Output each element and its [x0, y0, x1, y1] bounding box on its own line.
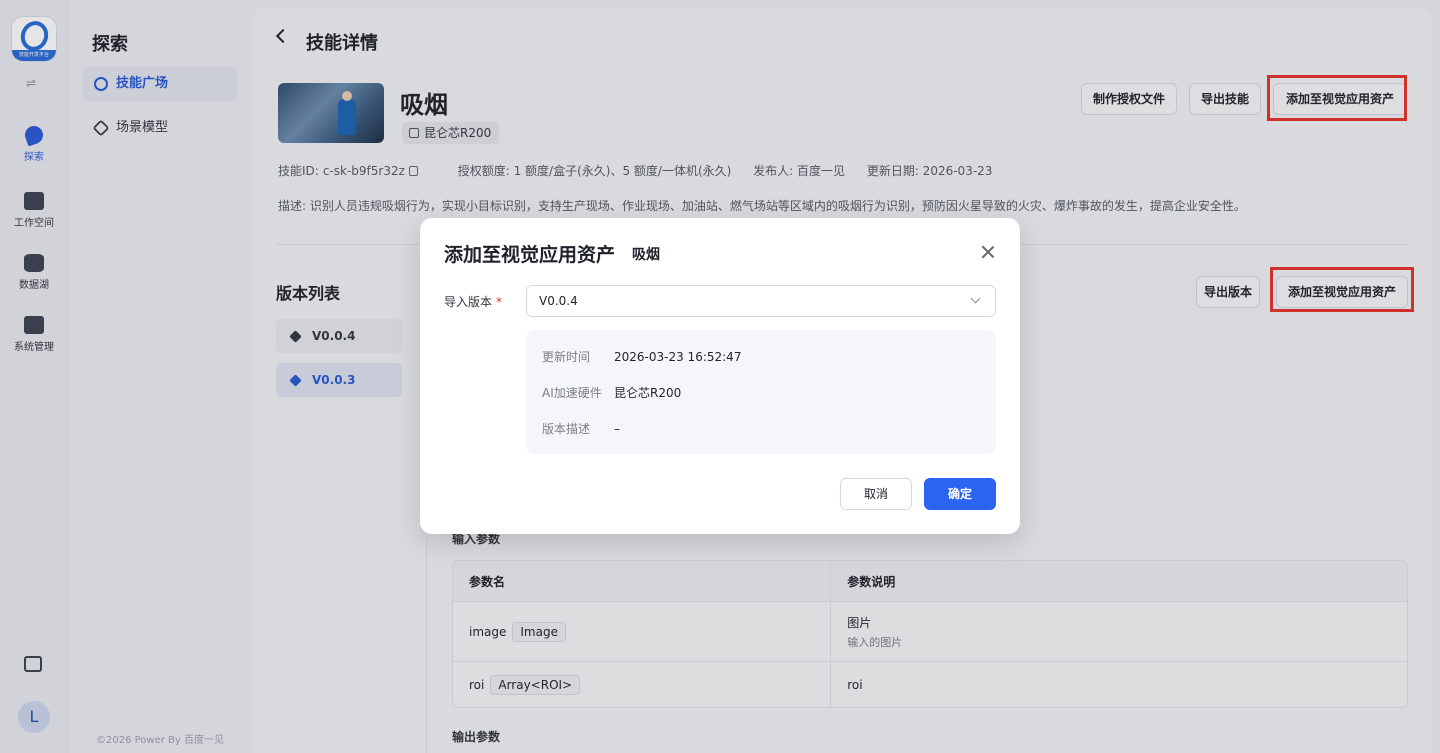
info-value: – — [614, 422, 620, 436]
cancel-button[interactable]: 取消 — [840, 478, 912, 510]
info-key: AI加速硬件 — [542, 386, 602, 400]
info-value: 昆仑芯R200 — [614, 386, 682, 400]
selected-version: V0.0.4 — [539, 294, 578, 308]
info-key: 版本描述 — [542, 422, 591, 436]
dialog-title: 添加至视觉应用资产 — [444, 244, 616, 266]
info-row: 版本描述 – — [542, 420, 620, 437]
info-row: AI加速硬件 昆仑芯R200 — [542, 384, 681, 401]
chevron-down-icon — [970, 293, 981, 304]
info-row: 更新时间 2026-03-23 16:52:47 — [542, 348, 741, 365]
add-to-assets-dialog: 添加至视觉应用资产 吸烟 导入版本 * V0.0.4 更新时间 2026-03-23… — [420, 218, 1020, 534]
confirm-button[interactable]: 确定 — [924, 478, 996, 510]
close-icon[interactable] — [980, 244, 996, 260]
version-select[interactable]: V0.0.4 — [526, 285, 996, 317]
version-info-panel: 更新时间 2026-03-23 16:52:47 AI加速硬件 昆仑芯R200 版本… — [526, 330, 996, 454]
import-version-label: 导入版本 * — [444, 293, 502, 310]
dialog-subtitle: 吸烟 — [632, 247, 660, 263]
field-label-text: 导入版本 — [444, 295, 493, 309]
required-mark: * — [496, 295, 503, 309]
info-value: 2026-03-23 16:52:47 — [614, 350, 742, 364]
info-key: 更新时间 — [542, 350, 591, 364]
